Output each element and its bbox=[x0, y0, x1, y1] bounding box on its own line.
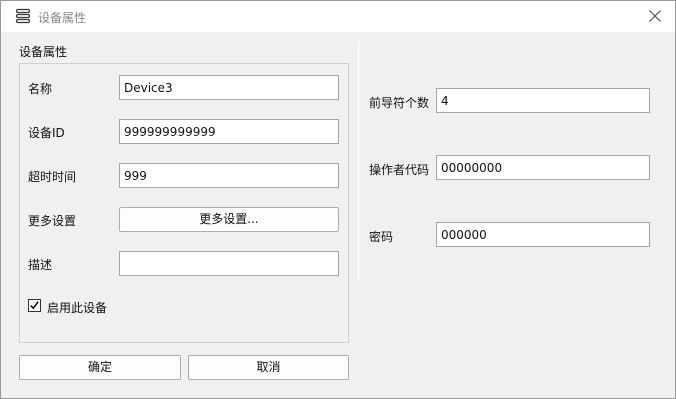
window-title: 设备属性 bbox=[38, 11, 87, 25]
enable-device-label: 启用此设备 bbox=[47, 301, 108, 315]
timeout-input[interactable] bbox=[119, 163, 339, 188]
device-id-input[interactable] bbox=[119, 119, 339, 144]
more-settings-label: 更多设置 bbox=[28, 214, 77, 228]
preamble-count-input[interactable] bbox=[436, 88, 650, 113]
password-label: 密码 bbox=[369, 230, 394, 244]
group-title: 设备属性 bbox=[19, 45, 68, 59]
name-label: 名称 bbox=[28, 82, 53, 96]
enable-device-checkbox[interactable] bbox=[28, 299, 41, 312]
cancel-button[interactable]: 取消 bbox=[188, 355, 349, 380]
more-settings-button[interactable]: 更多设置... bbox=[119, 207, 339, 232]
description-input[interactable] bbox=[119, 251, 339, 276]
device-properties-dialog: 设备属性 设备属性 名称 设备ID 超时时间 更多设置 更多设置... 描述 启… bbox=[0, 0, 676, 399]
timeout-label: 超时时间 bbox=[28, 170, 77, 184]
device-id-label: 设备ID bbox=[28, 126, 65, 140]
column-divider bbox=[358, 42, 359, 282]
preamble-count-label: 前导符个数 bbox=[369, 96, 430, 110]
ok-button[interactable]: 确定 bbox=[19, 355, 181, 380]
close-button[interactable] bbox=[642, 4, 668, 28]
description-label: 描述 bbox=[28, 258, 53, 272]
password-input[interactable] bbox=[436, 222, 650, 247]
title-bar: 设备属性 bbox=[1, 1, 675, 32]
close-icon bbox=[649, 10, 661, 22]
name-input[interactable] bbox=[119, 75, 339, 100]
operator-code-label: 操作者代码 bbox=[369, 163, 430, 177]
operator-code-input[interactable] bbox=[436, 155, 650, 180]
check-icon bbox=[30, 301, 39, 310]
menu-stack-icon bbox=[15, 8, 31, 24]
